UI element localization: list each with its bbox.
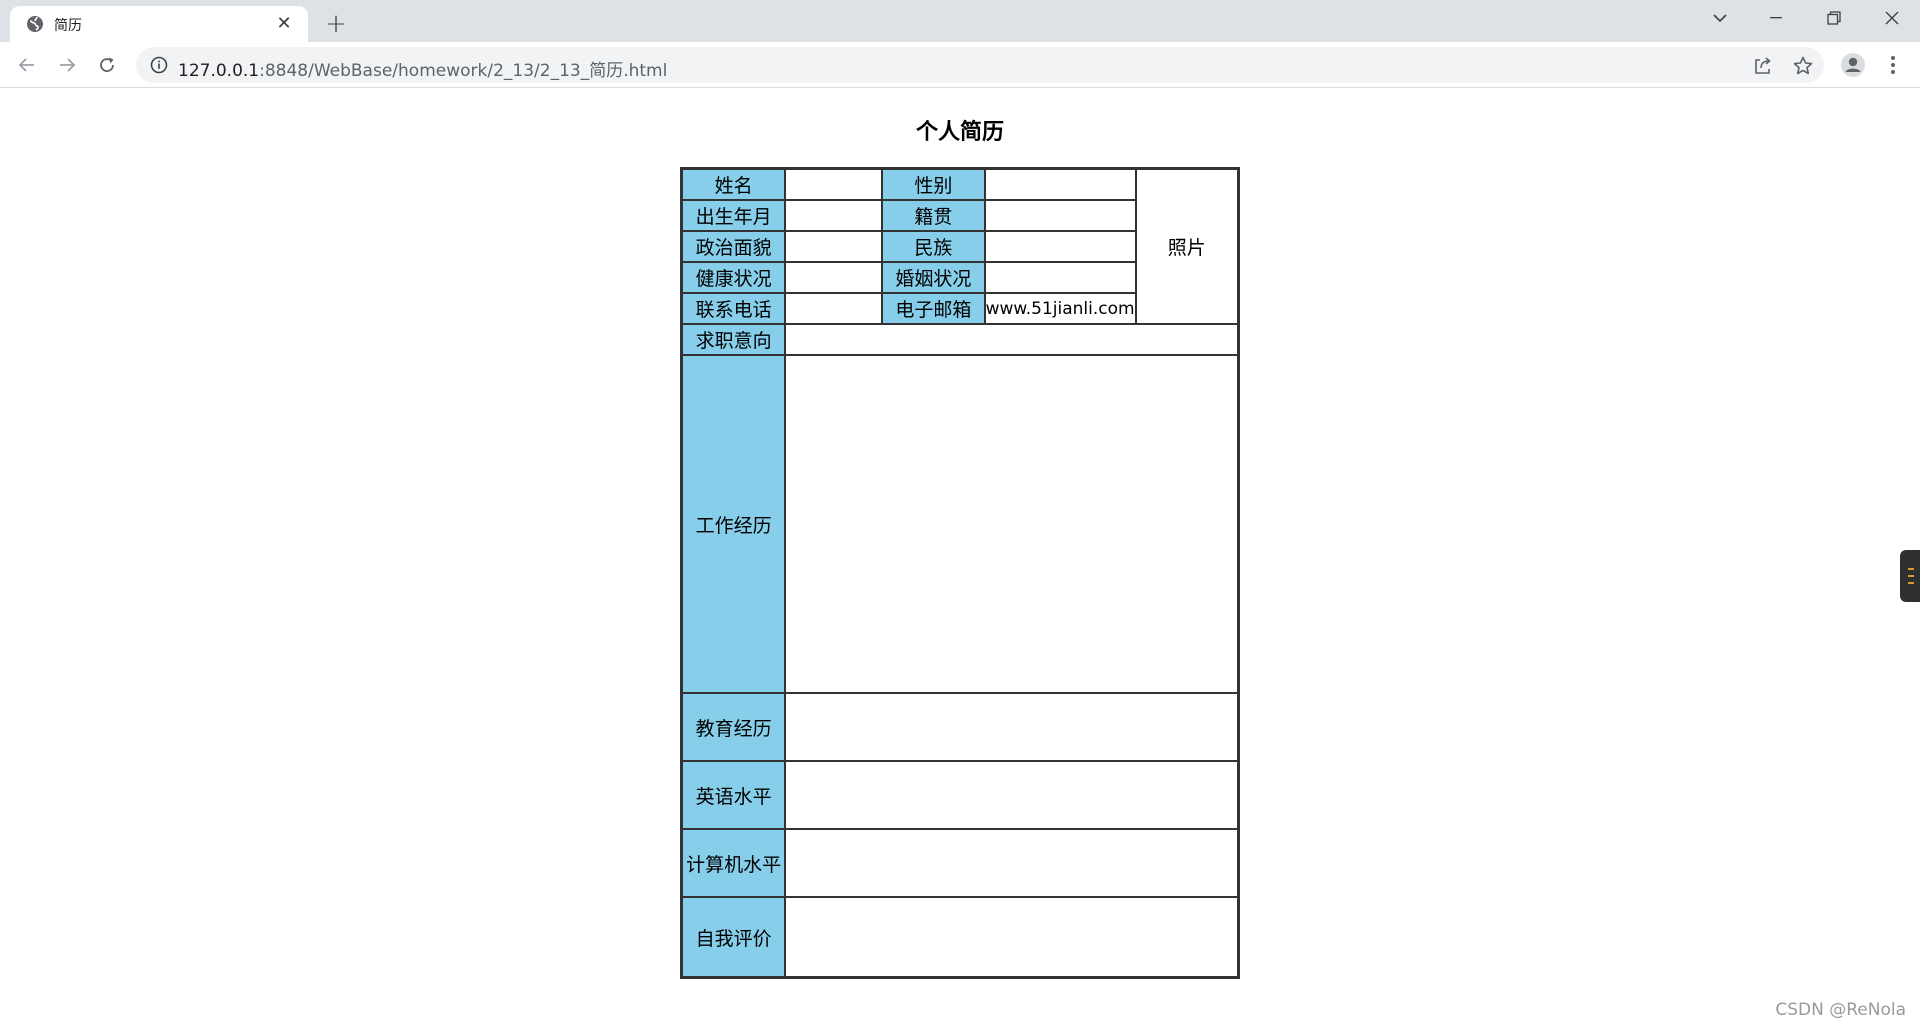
url-path: :8848/WebBase/homework/2_13/2_13_简历.html [259,61,668,81]
new-tab-button[interactable]: + [322,9,350,39]
info-icon[interactable] [150,56,168,74]
profile-button[interactable] [1838,50,1868,80]
marital-value [984,262,1136,293]
watermark: CSDN @ReNola [1775,1000,1906,1020]
arrow-left-icon [18,58,34,72]
restore-icon [1827,11,1841,25]
close-tab-icon[interactable]: ✕ [274,13,294,34]
side-panel-handle[interactable] [1900,550,1920,602]
health-label: 健康状况 [682,262,786,293]
email-label: 电子邮箱 [882,293,985,324]
intent-label: 求职意向 [682,324,786,355]
star-icon[interactable] [1792,55,1814,77]
name-label: 姓名 [682,169,786,200]
name-value [785,169,883,200]
work-value [785,355,1238,693]
page-content: 个人简历 姓名 性别 照片 出生年月 籍贯 政治面貌 民族 健康状况 婚姻状况 … [0,89,1920,1030]
table-row: 工作经历 [682,355,1238,693]
photo-cell: 照片 [1135,169,1238,324]
computer-label: 计算机水平 [682,829,786,897]
share-icon[interactable] [1752,55,1774,77]
tab-title: 简历 [54,18,82,34]
reload-icon [100,57,114,72]
health-value [785,262,883,293]
table-row: 姓名 性别 照片 [682,169,1238,324]
native-value [984,200,1136,231]
birth-label: 出生年月 [682,200,786,231]
globe-icon [27,16,43,32]
intent-value [785,324,1238,355]
native-label: 籍贯 [882,200,985,231]
gender-label: 性别 [882,169,985,200]
avatar-icon [1841,53,1865,77]
english-label: 英语水平 [682,761,786,829]
forward-button[interactable] [52,50,82,80]
birth-value [785,200,883,231]
phone-value [785,293,883,324]
table-row: 求职意向 [682,324,1238,355]
browser-tab[interactable]: 简历 ✕ [10,6,308,42]
phone-label: 联系电话 [682,293,786,324]
url-host: 127.0.0.1 [178,61,260,81]
computer-value [785,829,1238,897]
email-value: www.51jianli.com [984,293,1136,324]
table-row: 英语水平 [682,761,1238,829]
edu-label: 教育经历 [682,693,786,761]
menu-button[interactable] [1878,50,1908,80]
url-text[interactable]: 127.0.0.1:8848/WebBase/homework/2_13/2_1… [178,56,667,81]
minimize-button[interactable] [1748,0,1804,36]
restore-button[interactable] [1806,0,1862,36]
political-value [785,231,883,262]
gender-value [984,169,1136,200]
work-label: 工作经历 [682,355,786,693]
arrow-right-icon [60,58,76,72]
minimize-icon [1770,17,1782,19]
self-value [785,897,1238,977]
more-vertical-icon [1891,56,1895,74]
tab-strip: 简历 ✕ + [0,0,1920,42]
table-row: 教育经历 [682,693,1238,761]
reload-button[interactable] [92,50,122,80]
political-label: 政治面貌 [682,231,786,262]
ethnic-value [984,231,1136,262]
address-bar[interactable]: 127.0.0.1:8848/WebBase/homework/2_13/2_1… [136,47,1824,83]
edu-value [785,693,1238,761]
chevron-down-icon [1713,14,1727,23]
marital-label: 婚姻状况 [882,262,985,293]
browser-toolbar: 127.0.0.1:8848/WebBase/homework/2_13/2_1… [0,42,1920,88]
english-value [785,761,1238,829]
table-row: 计算机水平 [682,829,1238,897]
table-row: 自我评价 [682,897,1238,977]
ethnic-label: 民族 [882,231,985,262]
back-button[interactable] [12,50,42,80]
resume-table: 姓名 性别 照片 出生年月 籍贯 政治面貌 民族 健康状况 婚姻状况 联系电话 [680,167,1240,979]
tab-search-button[interactable] [1692,0,1748,36]
page-title: 个人简历 [915,120,1004,145]
self-label: 自我评价 [682,897,786,977]
close-window-button[interactable] [1864,0,1920,36]
close-icon [1885,11,1899,25]
